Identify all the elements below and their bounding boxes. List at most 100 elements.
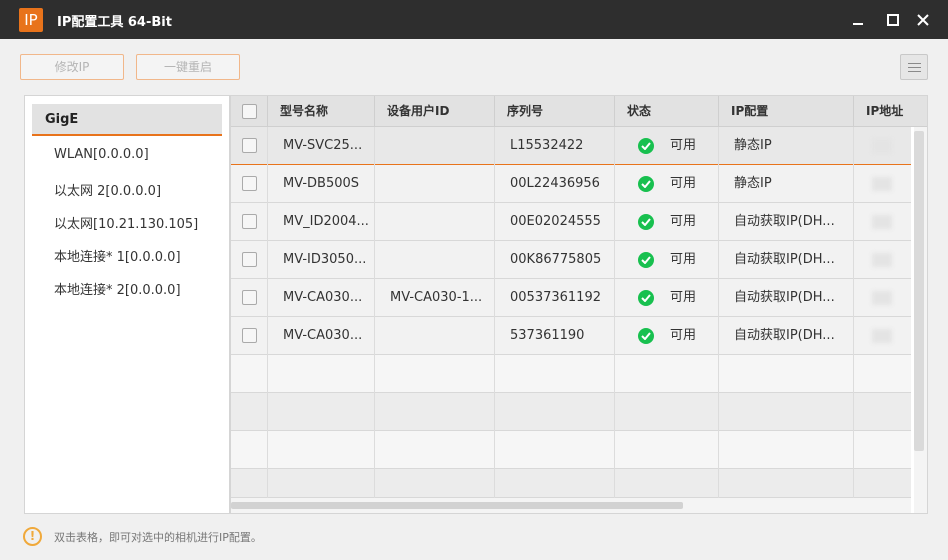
cell-ip-config: 静态IP (719, 165, 854, 203)
redacted-ip (872, 253, 892, 267)
cell-serial: L15532422 (495, 127, 615, 165)
close-button[interactable] (915, 12, 931, 28)
select-all-cell (231, 96, 268, 127)
cell-ip-address (854, 317, 911, 355)
status-text: 可用 (670, 290, 697, 305)
tree-category-gige[interactable]: GigE (32, 104, 222, 136)
window-title: IP配置工具 64-Bit (57, 15, 172, 30)
cell-user-id (375, 165, 495, 203)
cell-user-id (375, 317, 495, 355)
tree-item-interface[interactable]: 本地连接* 1[0.0.0.0] (54, 246, 181, 265)
status-text: 可用 (670, 252, 697, 267)
column-header-model[interactable]: 型号名称 (268, 96, 375, 127)
app-logo-icon: IP (19, 8, 43, 32)
modify-ip-button[interactable]: 修改IP (20, 54, 124, 80)
column-header-ip-config[interactable]: IP配置 (719, 96, 854, 127)
cell-ip-config: 静态IP (719, 127, 854, 165)
status-text: 可用 (670, 214, 697, 229)
menu-button[interactable] (900, 54, 928, 80)
cell-status: 可用 (615, 279, 719, 317)
cell-serial: 00K86775805 (495, 241, 615, 279)
cell-user-id (375, 203, 495, 241)
vertical-scroll-thumb[interactable] (914, 131, 924, 451)
maximize-button[interactable] (885, 12, 901, 28)
redacted-ip (872, 329, 892, 343)
title-bar: IP IP配置工具 64-Bit (0, 0, 948, 39)
cell-user-id (375, 241, 495, 279)
redacted-ip (872, 291, 892, 305)
cell-status: 可用 (615, 317, 719, 355)
check-circle-icon (638, 328, 654, 344)
table-row[interactable]: MV-CA030... MV-CA030-1... 00537361192 可用… (231, 279, 911, 317)
check-circle-icon (638, 214, 654, 230)
empty-row (231, 469, 911, 498)
cell-ip-config: 自动获取IP(DH... (719, 241, 854, 279)
cell-model: MV-DB500S (268, 165, 375, 203)
cell-status: 可用 (615, 165, 719, 203)
cell-serial: 00L22436956 (495, 165, 615, 203)
cell-ip-address (854, 241, 911, 279)
cell-ip-config: 自动获取IP(DH... (719, 203, 854, 241)
row-checkbox[interactable] (242, 138, 257, 153)
device-table: 型号名称 设备用户ID 序列号 状态 IP配置 IP地址 MV-SVC25...… (230, 95, 928, 514)
row-checkbox[interactable] (242, 328, 257, 343)
column-header-status[interactable]: 状态 (615, 96, 719, 127)
empty-row (231, 393, 911, 431)
redacted-ip (872, 215, 892, 229)
cell-status: 可用 (615, 203, 719, 241)
cell-model: MV-CA030... (268, 279, 375, 317)
tree-item-interface[interactable]: WLAN[0.0.0.0] (54, 147, 149, 162)
cell-model: MV-SVC25... (268, 127, 375, 165)
cell-status: 可用 (615, 241, 719, 279)
hint-text: 双击表格，即可对选中的相机进行IP配置。 (54, 531, 262, 544)
reboot-button[interactable]: 一键重启 (136, 54, 240, 80)
cell-ip-config: 自动获取IP(DH... (719, 317, 854, 355)
column-header-serial[interactable]: 序列号 (495, 96, 615, 127)
column-header-user-id[interactable]: 设备用户ID (375, 96, 495, 127)
empty-row (231, 355, 911, 393)
cell-serial: 00537361192 (495, 279, 615, 317)
row-checkbox[interactable] (242, 252, 257, 267)
status-bar: ! 双击表格，即可对选中的相机进行IP配置。 (0, 514, 948, 560)
redacted-ip (872, 139, 892, 153)
info-icon: ! (23, 527, 42, 546)
column-header-ip-address[interactable]: IP地址 (854, 96, 927, 127)
minimize-button[interactable] (850, 12, 866, 28)
table-header: 型号名称 设备用户ID 序列号 状态 IP配置 IP地址 (231, 96, 927, 127)
cell-ip-address (854, 279, 911, 317)
cell-user-id: MV-CA030-1... (375, 279, 495, 317)
check-circle-icon (638, 138, 654, 154)
table-row[interactable]: MV-SVC25... L15532422 可用 静态IP (231, 127, 911, 165)
cell-model: MV_ID2004... (268, 203, 375, 241)
cell-ip-address (854, 165, 911, 203)
cell-model: MV-ID3050... (268, 241, 375, 279)
cell-serial: 00E02024555 (495, 203, 615, 241)
cell-ip-address (854, 203, 911, 241)
row-checkbox[interactable] (242, 290, 257, 305)
table-row[interactable]: MV-DB500S 00L22436956 可用 静态IP (231, 165, 911, 203)
row-checkbox[interactable] (242, 176, 257, 191)
check-circle-icon (638, 252, 654, 268)
check-circle-icon (638, 176, 654, 192)
horizontal-scroll-thumb[interactable] (231, 502, 683, 509)
cell-model: MV-CA030... (268, 317, 375, 355)
cell-status: 可用 (615, 127, 719, 165)
table-row[interactable]: MV-CA030... 537361190 可用 自动获取IP(DH... (231, 317, 911, 355)
interface-tree: GigE WLAN[0.0.0.0] 以太网 2[0.0.0.0] 以太网[10… (24, 95, 230, 514)
table-row[interactable]: MV_ID2004... 00E02024555 可用 自动获取IP(DH... (231, 203, 911, 241)
tree-item-interface[interactable]: 本地连接* 2[0.0.0.0] (54, 279, 181, 298)
table-row[interactable]: MV-ID3050... 00K86775805 可用 自动获取IP(DH... (231, 241, 911, 279)
tree-item-interface[interactable]: 以太网 2[0.0.0.0] (54, 180, 161, 199)
status-text: 可用 (670, 328, 697, 343)
tree-item-interface[interactable]: 以太网[10.21.130.105] (54, 213, 198, 232)
empty-row (231, 431, 911, 469)
cell-serial: 537361190 (495, 317, 615, 355)
cell-user-id (375, 127, 495, 165)
close-icon (917, 14, 929, 26)
redacted-ip (872, 177, 892, 191)
row-checkbox[interactable] (242, 214, 257, 229)
status-text: 可用 (670, 138, 697, 153)
status-text: 可用 (670, 176, 697, 191)
select-all-checkbox[interactable] (242, 104, 257, 119)
cell-ip-config: 自动获取IP(DH... (719, 279, 854, 317)
